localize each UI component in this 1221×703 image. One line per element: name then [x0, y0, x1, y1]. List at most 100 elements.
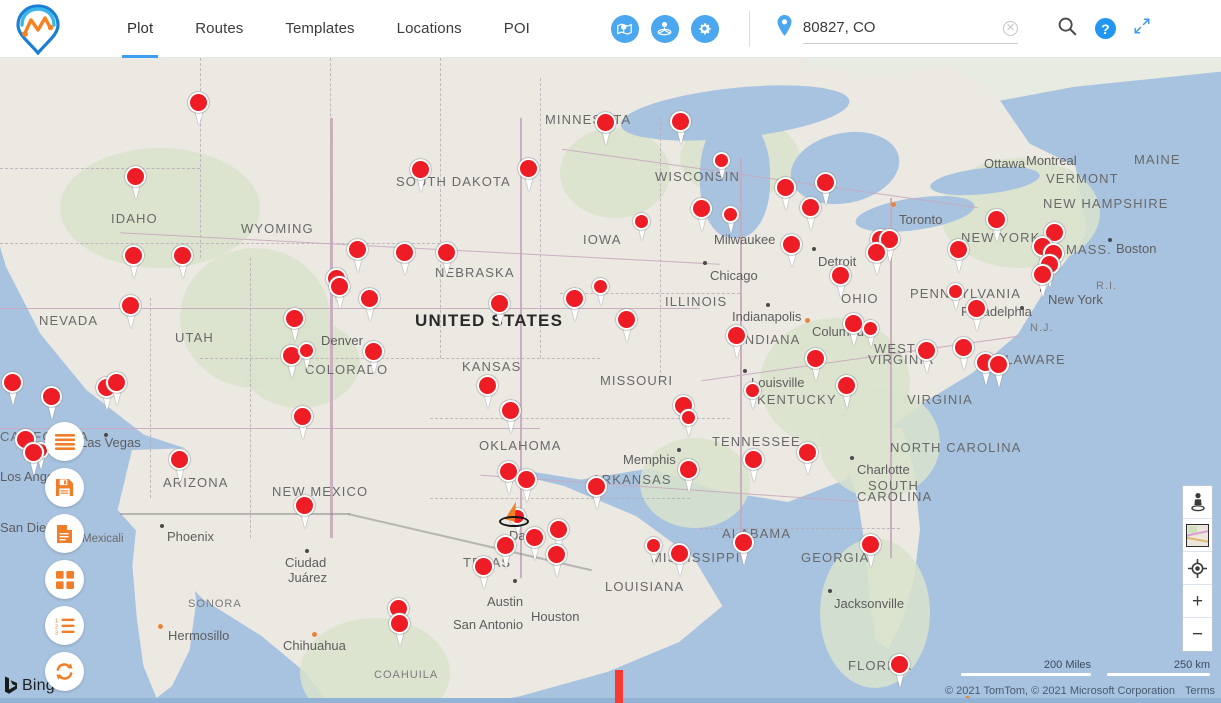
map-pin[interactable]	[805, 348, 827, 382]
map-pin[interactable]	[633, 213, 651, 241]
save-icon[interactable]	[45, 468, 84, 507]
map-pin[interactable]	[518, 158, 540, 192]
map-pin[interactable]	[797, 442, 819, 476]
map-pin[interactable]	[172, 245, 194, 279]
map-pin[interactable]	[188, 92, 210, 126]
map-pin[interactable]	[500, 400, 522, 434]
map-pin[interactable]	[524, 527, 546, 561]
numbered-list-icon[interactable]: 1 2 3	[45, 606, 84, 645]
map-pin[interactable]	[836, 375, 858, 409]
map-pin[interactable]	[298, 342, 316, 370]
map-pin[interactable]	[123, 245, 145, 279]
map-pin[interactable]	[916, 340, 938, 374]
map-pin[interactable]	[125, 166, 147, 200]
map-pin[interactable]	[948, 239, 970, 273]
map-pin[interactable]	[726, 325, 748, 359]
menu-icon[interactable]	[45, 422, 84, 461]
map-pin[interactable]	[866, 242, 888, 276]
map-pin[interactable]	[889, 654, 911, 688]
map-pin[interactable]	[329, 276, 351, 310]
map-pin[interactable]	[691, 198, 713, 232]
map-pin[interactable]	[473, 556, 495, 590]
map-pin[interactable]	[781, 234, 803, 268]
locate-me-icon[interactable]	[1183, 552, 1212, 585]
map-pin[interactable]	[713, 152, 731, 180]
map-pin-icon[interactable]	[610, 14, 639, 43]
grid-icon[interactable]	[45, 560, 84, 599]
map-pin[interactable]	[546, 544, 568, 578]
map-pin-head	[586, 476, 607, 497]
map-pin[interactable]	[680, 409, 698, 437]
map-pin[interactable]	[294, 495, 316, 529]
map-pin[interactable]	[592, 278, 610, 306]
search-input[interactable]	[802, 18, 983, 38]
map-pin[interactable]	[595, 112, 617, 146]
refresh-icon[interactable]	[45, 652, 84, 691]
map-pin[interactable]	[41, 386, 63, 420]
map-pin[interactable]	[830, 265, 852, 299]
expand-fullscreen-icon[interactable]	[1133, 17, 1151, 40]
map-pin[interactable]	[670, 111, 692, 145]
map-pin[interactable]	[800, 197, 822, 231]
map-canvas[interactable]: UNITED STATES MINNESOTA SOUTH DAKOTA WISCON…	[0, 58, 1221, 703]
selected-route-marker[interactable]	[499, 499, 529, 527]
map-pin[interactable]	[389, 613, 411, 647]
city-dot	[743, 369, 747, 373]
map-pin[interactable]	[733, 532, 755, 566]
gear-icon[interactable]	[690, 14, 719, 43]
search-icon[interactable]	[1056, 15, 1078, 42]
tab-locations[interactable]: Locations	[376, 0, 483, 58]
map-pin[interactable]	[23, 442, 45, 476]
map-pin[interactable]	[645, 537, 663, 565]
map-pin[interactable]	[436, 242, 458, 276]
map-pin[interactable]	[586, 476, 608, 510]
map-pin[interactable]	[775, 177, 797, 211]
tab-routes[interactable]: Routes	[174, 0, 264, 58]
map-pin[interactable]	[516, 469, 538, 503]
terms-link[interactable]: Terms	[1185, 685, 1215, 697]
map-pin[interactable]	[986, 209, 1008, 243]
tab-templates[interactable]: Templates	[264, 0, 375, 58]
map-pin[interactable]	[744, 382, 762, 410]
clear-search-icon[interactable]: ✕	[1002, 20, 1018, 36]
map-pin[interactable]	[2, 372, 24, 406]
map-pin[interactable]	[495, 535, 517, 569]
tab-poi[interactable]: POI	[483, 0, 551, 58]
map-pin[interactable]	[120, 295, 142, 329]
zoom-out-icon[interactable]: −	[1183, 618, 1212, 651]
document-icon[interactable]	[45, 514, 84, 553]
map-pin[interactable]	[988, 354, 1010, 388]
map-pin[interactable]	[284, 308, 306, 342]
network-nodes-icon[interactable]	[650, 14, 679, 43]
map-pin[interactable]	[489, 293, 511, 327]
map-pin[interactable]	[947, 283, 965, 311]
help-icon[interactable]: ?	[1094, 18, 1116, 39]
map-pin[interactable]	[106, 372, 128, 406]
map-pin[interactable]	[394, 242, 416, 276]
map-pin[interactable]	[347, 239, 369, 273]
map-pin[interactable]	[292, 406, 314, 440]
map-pin[interactable]	[669, 543, 691, 577]
map-pin[interactable]	[564, 288, 586, 322]
map-type-icon[interactable]	[1183, 519, 1212, 552]
map-pin[interactable]	[953, 337, 975, 371]
map-pin[interactable]	[678, 459, 700, 493]
app-logo[interactable]	[0, 0, 70, 58]
map-pin[interactable]	[966, 298, 988, 332]
map-pin[interactable]	[359, 288, 381, 322]
map-pin[interactable]	[169, 449, 191, 483]
map-pin[interactable]	[1032, 264, 1054, 298]
map-pin[interactable]	[743, 449, 765, 483]
tab-plot[interactable]: Plot	[106, 0, 174, 58]
map-pin[interactable]	[616, 309, 638, 343]
zoom-in-icon[interactable]: +	[1183, 585, 1212, 618]
pegman-streetview-icon[interactable]	[1183, 486, 1212, 519]
map-pin-head	[866, 242, 887, 263]
map-pin[interactable]	[722, 206, 740, 234]
map-pin[interactable]	[410, 159, 432, 193]
map-pin[interactable]	[363, 341, 385, 375]
city-dot	[312, 632, 317, 637]
map-pin[interactable]	[860, 534, 882, 568]
map-pin[interactable]	[862, 320, 880, 348]
map-pin[interactable]	[477, 375, 499, 409]
